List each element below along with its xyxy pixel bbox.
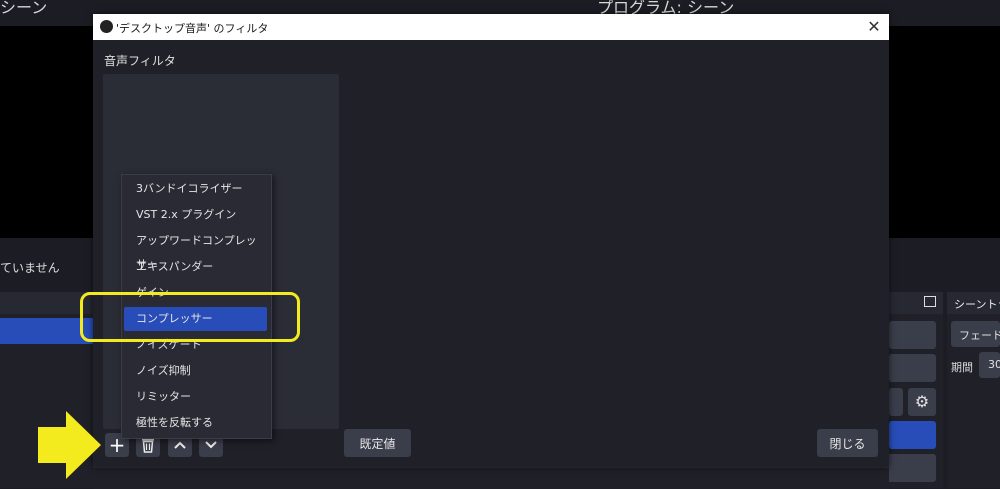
dialog-title: 'デスクトップ音声' のフィルタ — [116, 22, 269, 35]
pointer-arrow-icon — [38, 411, 101, 479]
undock-icon[interactable] — [924, 296, 936, 307]
audio-filters-label: 音声フィルタ — [104, 54, 176, 68]
chevron-down-icon — [205, 441, 217, 449]
menu-item[interactable]: アップワードコンプレッサー — [124, 229, 267, 271]
menu-item[interactable]: 3バンドイコライザー — [124, 177, 267, 201]
start-streaming-button[interactable] — [889, 421, 936, 449]
transition-select[interactable]: フェード — [951, 321, 1000, 347]
menu-item[interactable]: 極性を反転する — [124, 411, 267, 435]
duration-value: 30 — [988, 358, 1000, 371]
program-preview — [889, 26, 1000, 238]
menu-item[interactable]: エキスパンダー — [124, 255, 267, 279]
dialog-titlebar: 'デスクトップ音声' のフィルタ ✕ — [93, 14, 889, 40]
duration-label: 期間 — [951, 361, 973, 374]
menu-item[interactable]: VST 2.x プラグイン — [124, 203, 267, 227]
sources-panel — [93, 467, 889, 489]
menu-item[interactable]: リミッター — [124, 385, 267, 409]
defaults-button[interactable]: 既定値 — [344, 429, 411, 457]
scene-preview-label: シーン — [0, 0, 48, 17]
no-source-text: ていません — [0, 261, 60, 275]
transition-select-value: フェード — [959, 329, 1000, 342]
menu-item[interactable]: ノイズ抑制 — [124, 359, 267, 383]
gear-icon: ⚙ — [914, 392, 930, 411]
duration-input[interactable]: 30 — [979, 352, 1000, 378]
trash-icon — [142, 437, 154, 453]
transitions-panel-title: シーントラ — [954, 298, 1000, 311]
controls-button-2[interactable] — [889, 354, 936, 382]
chevron-up-icon — [174, 441, 186, 449]
scene-preview — [0, 26, 93, 238]
obs-logo-icon — [100, 20, 113, 33]
highlight-box — [80, 292, 300, 342]
close-icon[interactable]: ✕ — [859, 14, 889, 40]
gear-button[interactable]: ⚙ — [908, 388, 936, 416]
close-button[interactable]: 閉じる — [817, 429, 878, 457]
controls-button-1[interactable] — [889, 321, 936, 349]
controls-button-3[interactable] — [889, 388, 903, 416]
